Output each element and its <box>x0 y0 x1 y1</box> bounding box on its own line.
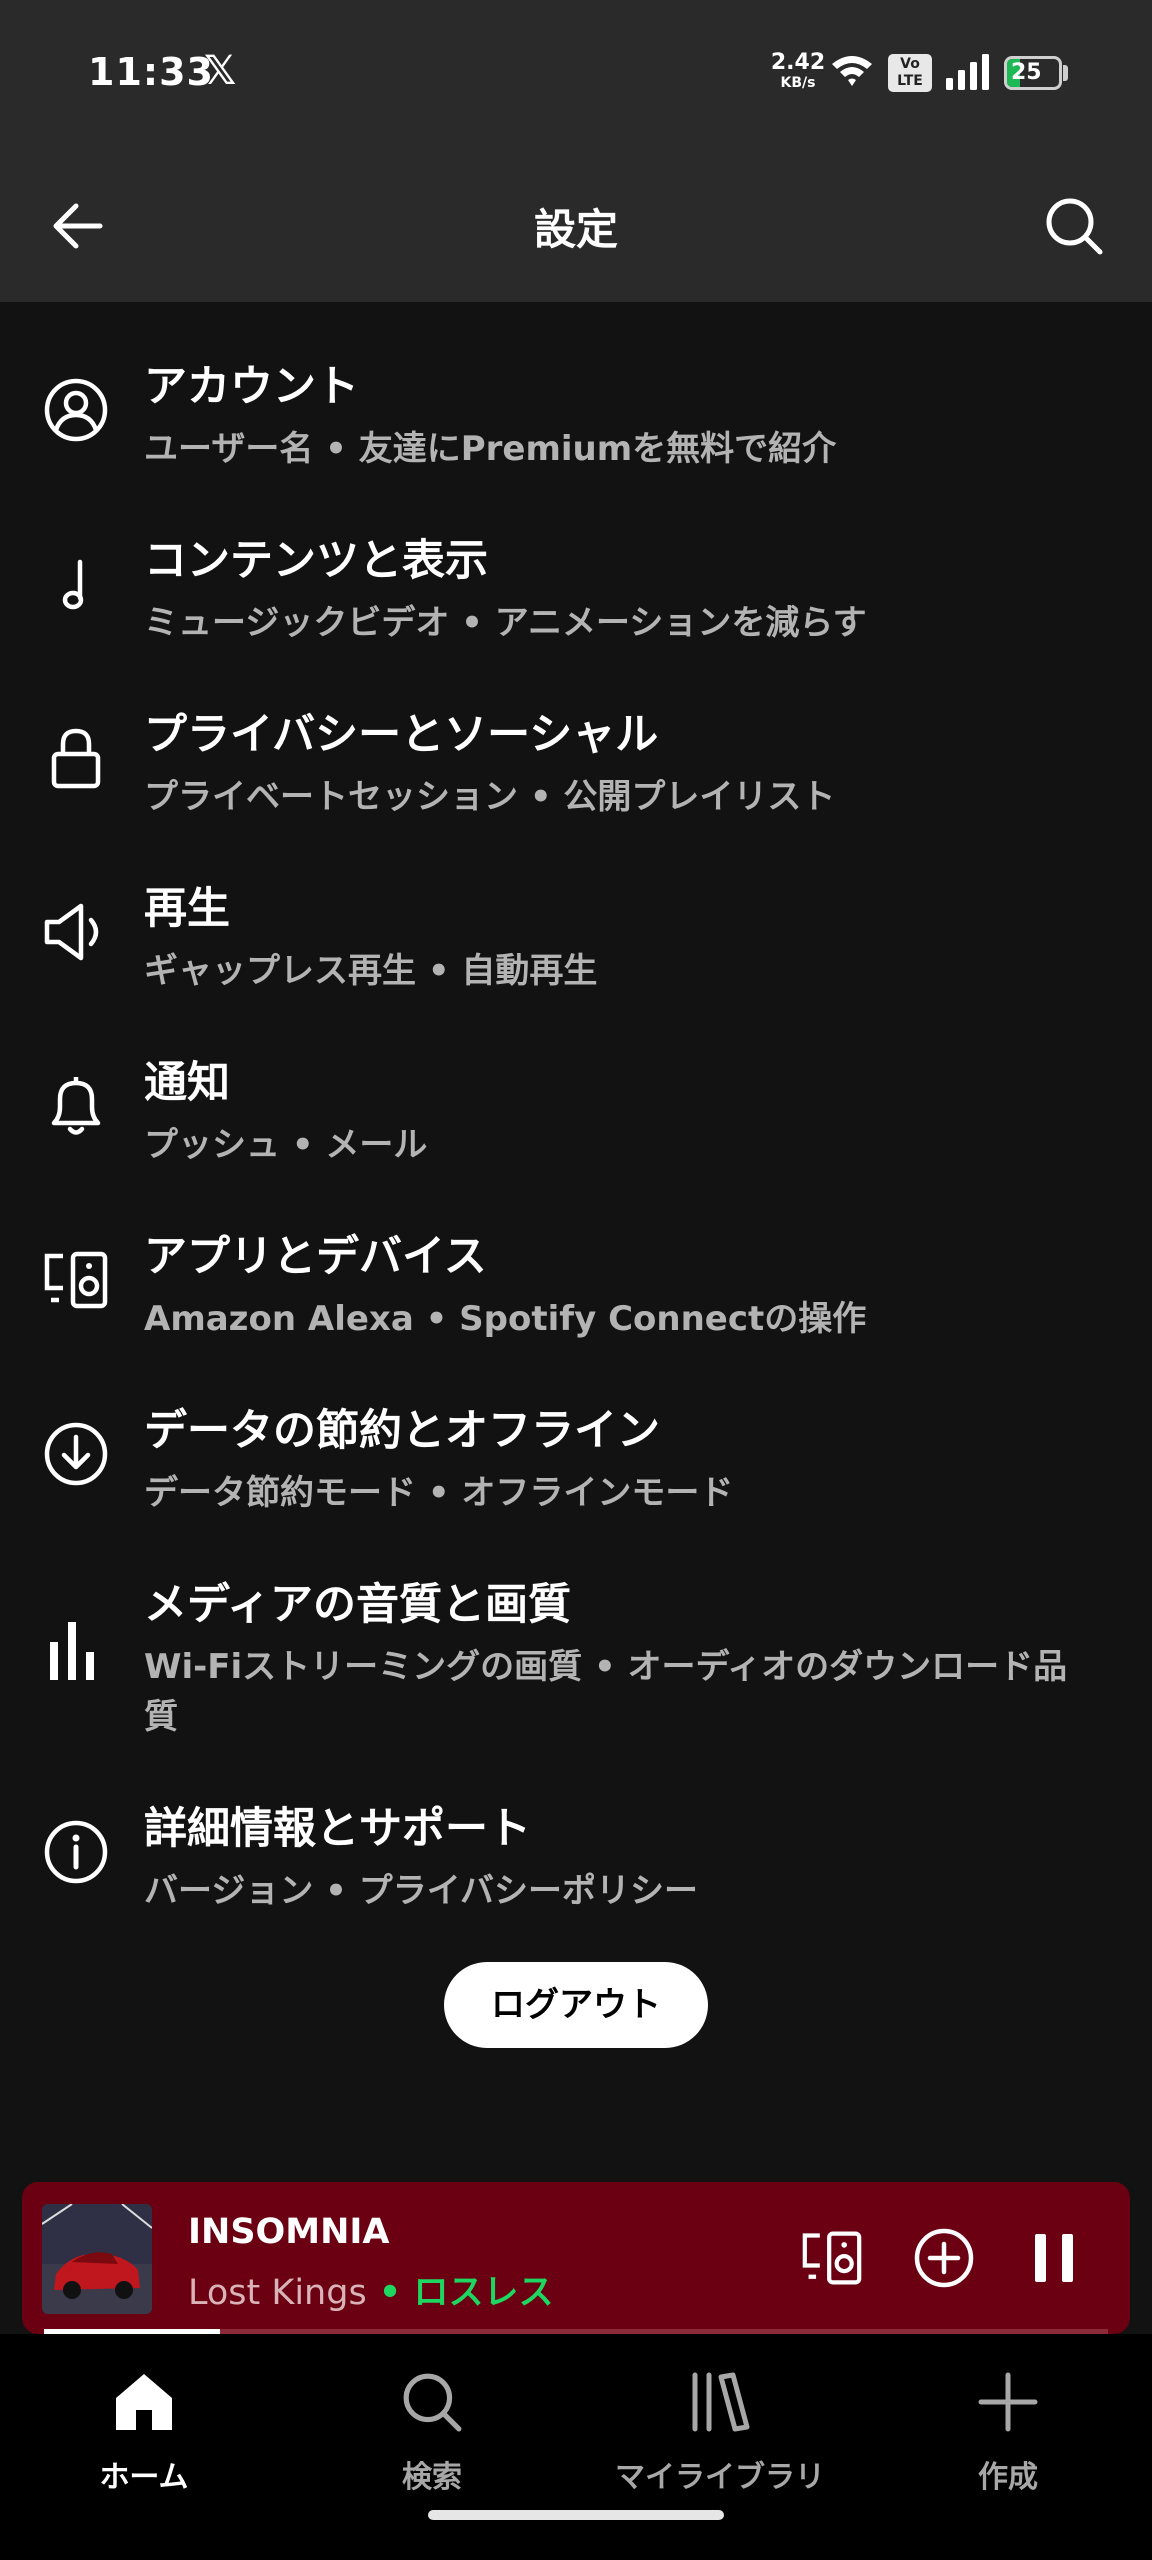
nav-home[interactable]: ホーム <box>24 2362 264 2502</box>
bars-icon <box>36 1610 116 1690</box>
search-button[interactable] <box>1036 188 1112 264</box>
devices-icon <box>802 2231 862 2285</box>
settings-item-subtitle: Amazon Alexa • Spotify Connectの操作 <box>144 1299 867 1339</box>
x-app-icon: 𝕏 <box>204 48 237 94</box>
settings-item-content-display[interactable]: コンテンツと表示 ミュージックビデオ • アニメーションを減らす <box>0 526 1152 656</box>
wifi-icon <box>832 56 872 86</box>
settings-item-title: コンテンツと表示 <box>144 536 488 586</box>
pause-button[interactable] <box>1014 2218 1094 2298</box>
nav-label: ホーム <box>99 2460 189 2495</box>
settings-item-title: データの節約とオフライン <box>144 1406 660 1456</box>
settings-item-subtitle: バージョン • プライバシーポリシー <box>144 1871 699 1911</box>
home-indicator <box>428 2510 724 2520</box>
settings-item-media-quality[interactable]: メディアの音質と画質 Wi-Fiストリーミングの画質 • オーディオのダウンロー… <box>0 1570 1152 1750</box>
settings-item-privacy[interactable]: プライバシーとソーシャル プライベートセッション • 公開プレイリスト <box>0 700 1152 830</box>
plus-icon <box>978 2372 1038 2432</box>
settings-item-subtitle: データ節約モード • オフラインモード <box>144 1473 734 1513</box>
music-note-icon <box>36 544 116 624</box>
settings-item-playback[interactable]: 再生 ギャップレス再生 • 自動再生 <box>0 874 1152 1004</box>
settings-item-title: アカウント <box>144 362 359 412</box>
album-art <box>42 2204 152 2314</box>
lossless-separator: • <box>366 2273 414 2313</box>
search-icon <box>403 2373 462 2432</box>
settings-header: 設定 <box>0 150 1152 302</box>
battery-tip <box>1063 65 1068 81</box>
settings-item-title: 通知 <box>144 1058 230 1108</box>
settings-item-data-offline[interactable]: データの節約とオフライン データ節約モード • オフラインモード <box>0 1396 1152 1526</box>
status-bar: 11:33 𝕏 2.42 KB/s Vo LTE 25 <box>0 0 1152 150</box>
settings-item-account[interactable]: アカウント ユーザー名 • 友達にPremiumを無料で紹介 <box>0 352 1152 482</box>
settings-item-subtitle: ギャップレス再生 • 自動再生 <box>144 951 598 991</box>
nav-library[interactable]: マイライブラリ <box>600 2362 840 2502</box>
bottom-nav: ホーム 検索 マイライブラリ 作成 <box>0 2334 1152 2560</box>
account-icon <box>36 370 116 450</box>
bell-icon <box>36 1066 116 1146</box>
settings-item-subtitle: Wi-Fiストリーミングの画質 • オーディオのダウンロード品質 <box>144 1647 1068 1737</box>
mini-player[interactable]: INSOMNIA Lost Kings • ロスレス <box>22 2182 1130 2334</box>
settings-item-subtitle: プッシュ • メール <box>144 1125 428 1165</box>
battery-icon: 25 <box>1004 56 1062 90</box>
speaker-icon <box>36 892 116 972</box>
connect-device-button[interactable] <box>792 2218 872 2298</box>
status-time: 11:33 <box>88 50 214 94</box>
settings-item-title: アプリとデバイス <box>144 1232 487 1282</box>
settings-item-subtitle: ミュージックビデオ • アニメーションを減らす <box>144 603 867 643</box>
nav-label: 検索 <box>402 2460 462 2495</box>
settings-item-apps-devices[interactable]: アプリとデバイス Amazon Alexa • Spotify Connectの… <box>0 1222 1152 1352</box>
signal-icon <box>946 54 989 90</box>
track-artist: Lost Kings <box>188 2273 367 2313</box>
track-artist-line: Lost Kings • ロスレス <box>188 2264 553 2315</box>
nav-label: 作成 <box>978 2460 1038 2495</box>
network-speed-value: 2.42 <box>770 50 826 75</box>
volte-icon: Vo LTE <box>888 54 932 92</box>
track-title: INSOMNIA <box>188 2212 390 2252</box>
nav-create[interactable]: 作成 <box>888 2362 1128 2502</box>
settings-item-subtitle: ユーザー名 • 友達にPremiumを無料で紹介 <box>144 429 837 469</box>
devices-icon <box>36 1240 116 1320</box>
search-icon <box>1046 198 1103 255</box>
settings-item-title: 再生 <box>144 884 230 934</box>
volte-line1: Vo <box>900 56 920 72</box>
pause-icon <box>1035 2234 1073 2282</box>
network-speed-unit: KB/s <box>780 75 816 91</box>
settings-item-subtitle: プライベートセッション • 公開プレイリスト <box>144 777 836 817</box>
plus-circle-icon <box>914 2228 974 2288</box>
network-speed: 2.42 KB/s <box>770 50 826 91</box>
add-to-library-button[interactable] <box>904 2218 984 2298</box>
battery-level: 25 <box>1011 60 1042 85</box>
page-title: 設定 <box>533 205 618 254</box>
settings-item-title: プライバシーとソーシャル <box>144 710 659 760</box>
nav-search[interactable]: 検索 <box>312 2362 552 2502</box>
nav-label: マイライブラリ <box>615 2460 825 2495</box>
home-icon <box>116 2374 172 2430</box>
logout-button[interactable]: ログアウト <box>444 1962 708 2048</box>
lossless-badge: ロスレス <box>413 2273 554 2313</box>
volte-line2: LTE <box>897 73 923 89</box>
library-icon <box>692 2372 750 2432</box>
settings-item-about-support[interactable]: 詳細情報とサポート バージョン • プライバシーポリシー <box>0 1794 1152 1924</box>
settings-item-notifications[interactable]: 通知 プッシュ • メール <box>0 1048 1152 1178</box>
info-icon <box>36 1812 116 1892</box>
settings-item-title: メディアの音質と画質 <box>144 1580 571 1630</box>
lock-icon <box>36 718 116 798</box>
settings-item-title: 詳細情報とサポート <box>144 1804 531 1854</box>
download-icon <box>36 1414 116 1494</box>
